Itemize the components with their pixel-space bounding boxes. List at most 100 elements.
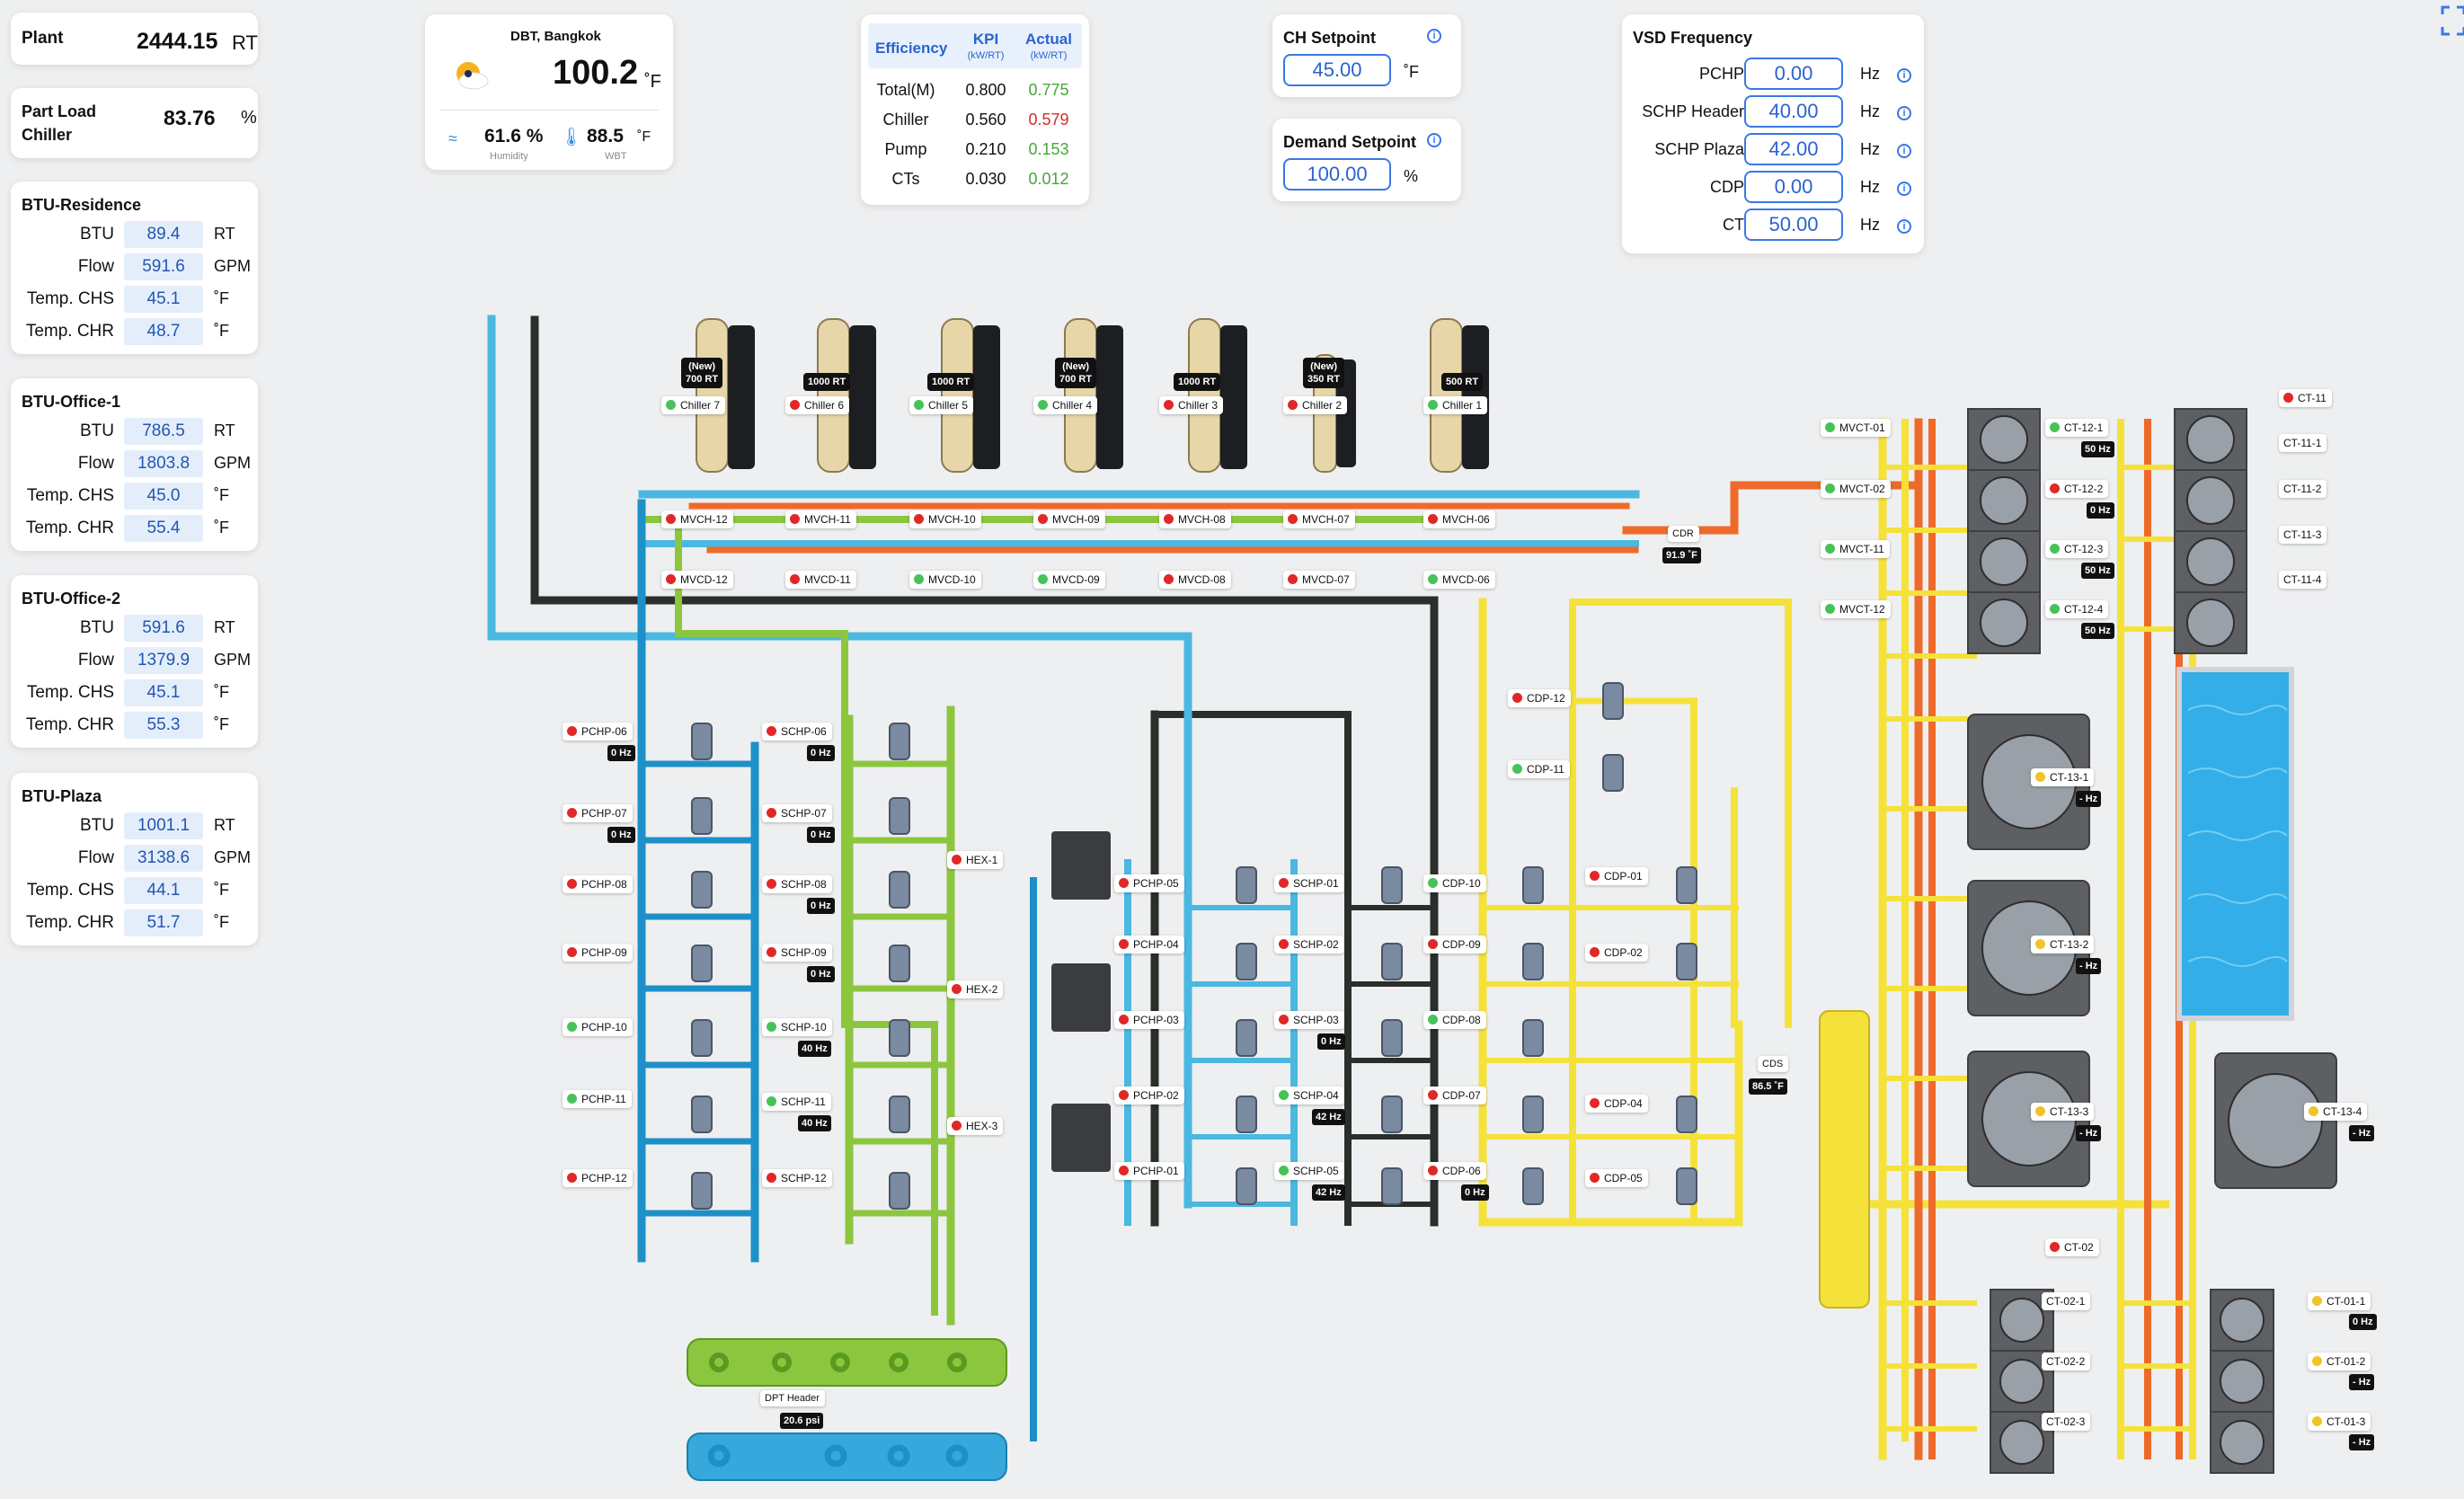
ct-label[interactable]: CT-01-2 [2308, 1353, 2371, 1370]
pump-label[interactable]: PCHP-08 [563, 875, 633, 893]
valve-label[interactable]: MVCH-06 [1423, 510, 1495, 528]
pump-label[interactable]: SCHP-07 [762, 804, 832, 822]
pump-label[interactable]: CDP-07 [1423, 1087, 1486, 1104]
ct-label[interactable]: CT-01-1 [2308, 1292, 2371, 1310]
pump-label[interactable]: SCHP-09 [762, 944, 832, 962]
pump-label[interactable]: PCHP-01 [1114, 1162, 1184, 1180]
demand-setpoint-input[interactable]: 100.00 [1283, 158, 1391, 191]
ct-label[interactable]: CT-13-2 [2031, 936, 2095, 954]
valve-label[interactable]: MVCT-11 [1821, 540, 1890, 558]
valve-label[interactable]: MVCH-08 [1159, 510, 1231, 528]
info-icon[interactable]: i [1897, 144, 1911, 158]
valve-label[interactable]: MVCD-08 [1159, 571, 1231, 589]
chiller-label[interactable]: Chiller 5 [909, 396, 974, 414]
pump-label[interactable]: PCHP-09 [563, 944, 633, 962]
ct-label[interactable]: CT-11 [2279, 389, 2332, 407]
valve-label[interactable]: MVCD-12 [661, 571, 733, 589]
pump-label[interactable]: CDP-01 [1585, 867, 1648, 885]
pump-label[interactable]: CDP-06 [1423, 1162, 1486, 1180]
valve-label[interactable]: MVCT-12 [1821, 600, 1891, 618]
ct-label[interactable]: CT-02 [2045, 1238, 2099, 1256]
vsd-pchp-input[interactable]: 0.00 [1744, 58, 1843, 90]
pump-label[interactable]: SCHP-08 [762, 875, 832, 893]
ct-label[interactable]: CT-02-1 [2042, 1292, 2091, 1310]
ch-setpoint-input[interactable]: 45.00 [1283, 54, 1391, 86]
chiller-label[interactable]: Chiller 7 [661, 396, 726, 414]
pump-label[interactable]: CDP-02 [1585, 944, 1648, 962]
pump-label[interactable]: CDP-08 [1423, 1011, 1486, 1029]
valve-label[interactable]: MVCT-02 [1821, 480, 1891, 498]
pump-label[interactable]: PCHP-06 [563, 723, 633, 741]
ct-label[interactable]: CT-11-4 [2279, 571, 2327, 589]
chiller-label[interactable]: Chiller 4 [1033, 396, 1098, 414]
info-icon[interactable]: i [1427, 29, 1441, 43]
ct-label[interactable]: CT-02-2 [2042, 1353, 2091, 1370]
valve-label[interactable]: MVCH-12 [661, 510, 733, 528]
ct-label[interactable]: CT-02-3 [2042, 1413, 2091, 1431]
ct-label[interactable]: CT-13-1 [2031, 768, 2095, 786]
chiller-label[interactable]: Chiller 6 [785, 396, 850, 414]
valve-label[interactable]: MVCH-10 [909, 510, 981, 528]
valve-label[interactable]: MVCD-06 [1423, 571, 1495, 589]
pump-label[interactable]: CDP-04 [1585, 1095, 1648, 1113]
hex-label[interactable]: HEX-1 [947, 851, 1004, 869]
chiller-label[interactable]: Chiller 1 [1423, 396, 1488, 414]
info-icon[interactable]: i [1897, 106, 1911, 120]
info-icon[interactable]: i [1897, 219, 1911, 234]
pump-label[interactable]: PCHP-05 [1114, 874, 1184, 892]
valve-label[interactable]: MVCD-11 [785, 571, 856, 589]
ct-label[interactable]: CT-12-3 [2045, 540, 2109, 558]
ct-label[interactable]: CT-11-2 [2279, 480, 2327, 498]
pump-label[interactable]: SCHP-06 [762, 723, 832, 741]
pump-label[interactable]: PCHP-10 [563, 1018, 633, 1036]
pump-label[interactable]: SCHP-01 [1274, 874, 1344, 892]
info-icon[interactable]: i [1427, 133, 1441, 147]
vsd-ct-input[interactable]: 50.00 [1744, 208, 1843, 241]
hex-label[interactable]: HEX-3 [947, 1117, 1004, 1135]
pump-label[interactable]: PCHP-12 [563, 1169, 633, 1187]
pump-label[interactable]: CDP-12 [1508, 689, 1571, 707]
pump-speed: 40 Hz [798, 1041, 831, 1057]
pump-label[interactable]: PCHP-02 [1114, 1087, 1184, 1104]
ct-label[interactable]: CT-01-3 [2308, 1413, 2371, 1431]
ct-label[interactable]: CT-12-4 [2045, 600, 2109, 618]
vsd-row-unit: Hz [1860, 178, 1880, 196]
vsd-cdp-input[interactable]: 0.00 [1744, 171, 1843, 203]
chiller-label[interactable]: Chiller 2 [1283, 396, 1348, 414]
valve-label[interactable]: MVCD-09 [1033, 571, 1105, 589]
vsd-schp-plaza-input[interactable]: 42.00 [1744, 133, 1843, 165]
pump-label[interactable]: PCHP-04 [1114, 936, 1184, 954]
pump-label[interactable]: PCHP-11 [563, 1090, 632, 1108]
pump-label[interactable]: CDP-09 [1423, 936, 1486, 954]
actual-sub: (kW/RT) [1030, 50, 1068, 61]
valve-label[interactable]: MVCT-01 [1821, 419, 1891, 437]
pump-label[interactable]: SCHP-12 [762, 1169, 832, 1187]
hex-label[interactable]: HEX-2 [947, 980, 1004, 998]
info-icon[interactable]: i [1897, 182, 1911, 196]
chiller-label[interactable]: Chiller 3 [1159, 396, 1224, 414]
valve-label[interactable]: MVCH-07 [1283, 510, 1355, 528]
pump-label[interactable]: SCHP-10 [762, 1018, 832, 1036]
pump-label[interactable]: SCHP-04 [1274, 1087, 1344, 1104]
pump-label[interactable]: CDP-10 [1423, 874, 1486, 892]
vsd-schp-header-input[interactable]: 40.00 [1744, 95, 1843, 128]
pump-label[interactable]: PCHP-07 [563, 804, 633, 822]
ct-label[interactable]: CT-12-2 [2045, 480, 2109, 498]
valve-label[interactable]: MVCH-11 [785, 510, 856, 528]
valve-label[interactable]: MVCD-07 [1283, 571, 1355, 589]
ct-label[interactable]: CT-11-3 [2279, 526, 2327, 544]
ct-label[interactable]: CT-13-4 [2304, 1103, 2368, 1121]
ct-label[interactable]: CT-11-1 [2279, 434, 2327, 452]
valve-label[interactable]: MVCH-09 [1033, 510, 1105, 528]
pump-label[interactable]: PCHP-03 [1114, 1011, 1184, 1029]
pump-label[interactable]: SCHP-11 [762, 1093, 831, 1111]
pump-label[interactable]: CDP-05 [1585, 1169, 1648, 1187]
ct-label[interactable]: CT-12-1 [2045, 419, 2109, 437]
pump-label[interactable]: CDP-11 [1508, 760, 1570, 778]
ct-label[interactable]: CT-13-3 [2031, 1103, 2095, 1121]
valve-label[interactable]: MVCD-10 [909, 571, 981, 589]
pump-label[interactable]: SCHP-03 [1274, 1011, 1344, 1029]
pump-label[interactable]: SCHP-05 [1274, 1162, 1344, 1180]
info-icon[interactable]: i [1897, 68, 1911, 83]
pump-label[interactable]: SCHP-02 [1274, 936, 1344, 954]
